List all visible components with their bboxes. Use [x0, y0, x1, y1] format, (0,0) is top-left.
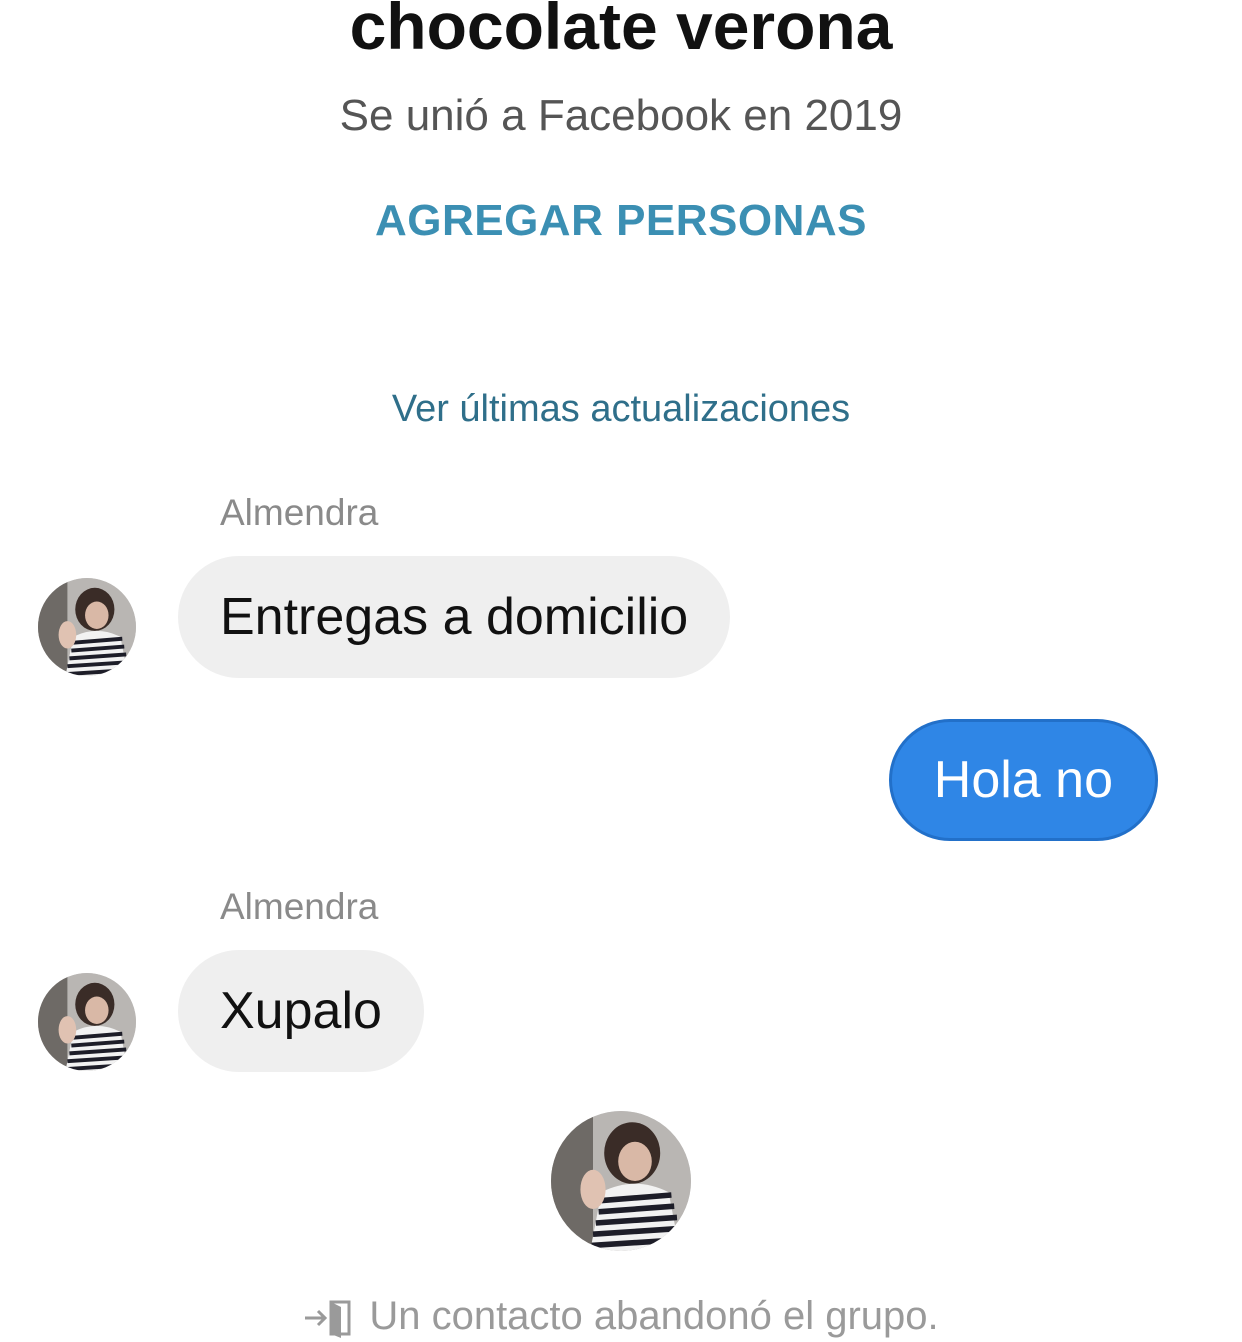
seen-by-avatar[interactable] [551, 1111, 691, 1251]
incoming-message-bubble[interactable]: Entregas a domicilio [178, 556, 731, 678]
joined-info: Se unió a Facebook en 2019 [339, 91, 903, 140]
avatar[interactable] [38, 578, 136, 676]
latest-updates-link[interactable]: Ver últimas actualizaciones [392, 388, 850, 430]
avatar-photo [38, 578, 136, 676]
chat-screen: chocolate verona Se unió a Facebook en 2… [0, 0, 1242, 1342]
avatar-photo [551, 1111, 691, 1251]
system-message-text: Un contacto abandonó el grupo. [369, 1294, 939, 1338]
avatar-photo [38, 973, 136, 1071]
sender-name: Almendra [220, 886, 379, 927]
leave-group-icon [305, 1300, 351, 1339]
group-title: chocolate verona [349, 0, 893, 63]
outgoing-message-bubble[interactable]: Hola no [888, 719, 1158, 841]
incoming-message-bubble[interactable]: Xupalo [178, 950, 424, 1072]
add-people-button[interactable]: AGREGAR PERSONAS [375, 196, 867, 245]
add-people-row: AGREGAR PERSONAS [0, 196, 1242, 246]
sender-name: Almendra [220, 492, 379, 533]
system-message: Un contacto abandonó el grupo. [0, 1294, 1242, 1339]
updates-row: Ver últimas actualizaciones [0, 388, 1242, 431]
avatar[interactable] [38, 973, 136, 1071]
